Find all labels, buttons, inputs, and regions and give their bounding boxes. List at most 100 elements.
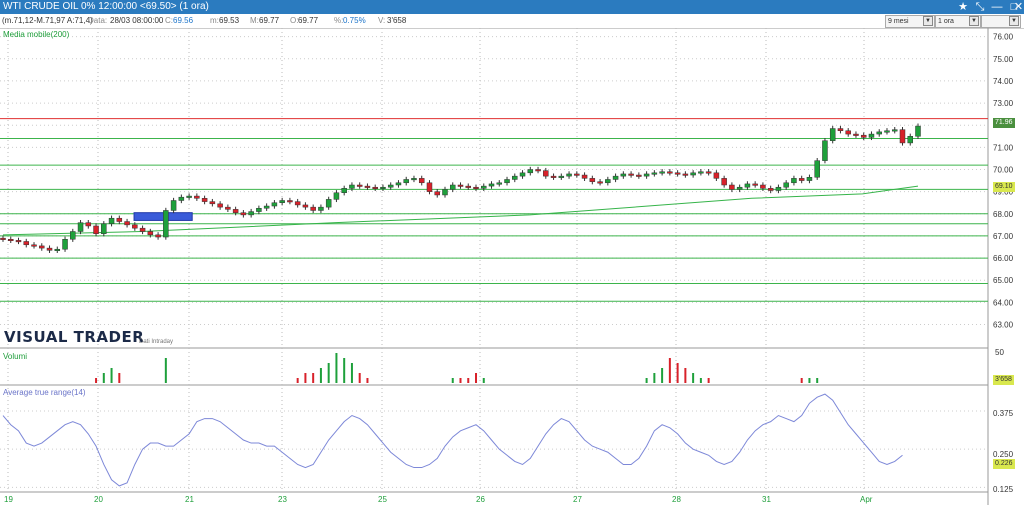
candle-body	[496, 182, 503, 185]
candle-body	[341, 188, 347, 193]
candle-body	[132, 224, 138, 229]
candle-body	[884, 130, 890, 133]
volume-bar	[327, 363, 330, 383]
candle-body	[31, 244, 37, 247]
volume-bar	[304, 373, 307, 383]
candle-body	[418, 178, 425, 184]
candle-body	[589, 178, 596, 182]
candle-body	[822, 140, 828, 161]
date-tick: Apr	[860, 495, 873, 504]
price-tick: 75.00	[993, 55, 1014, 64]
candle-body	[240, 212, 247, 216]
candle-body	[395, 182, 402, 186]
candle-body	[248, 211, 254, 216]
candle-body	[512, 175, 518, 180]
candle-body	[721, 178, 727, 186]
candle-body	[713, 172, 720, 179]
price-tick: 71.00	[993, 143, 1014, 152]
ma-indicator-label: Media mobile(200)	[3, 30, 70, 39]
candle-body	[488, 183, 495, 187]
volume-bar	[684, 368, 687, 383]
candle-body	[163, 210, 169, 238]
candle-body	[736, 186, 743, 190]
candle-body	[504, 179, 510, 184]
price-tick: 65.00	[993, 276, 1014, 285]
candle-body	[85, 222, 92, 227]
volume-bar	[366, 378, 369, 383]
candle-body	[643, 173, 650, 177]
volume-bar	[661, 368, 664, 383]
moving-average-line	[2, 185, 919, 236]
volume-bar	[467, 378, 470, 383]
candle-body	[860, 134, 867, 138]
price-tick: 68.00	[993, 210, 1014, 219]
candle-body	[124, 221, 130, 226]
brand-subtitle: Dati Intraday	[139, 339, 174, 345]
candle-body	[620, 173, 627, 177]
candle-body	[729, 184, 735, 190]
candle-body	[403, 179, 409, 184]
price-tick: 67.00	[993, 232, 1014, 241]
candle-body	[209, 201, 216, 205]
date-tick: 21	[185, 495, 194, 504]
volume-bar	[102, 373, 105, 383]
brand-logo: VISUAL TRADER	[4, 328, 145, 346]
price-tick: 74.00	[993, 77, 1014, 86]
candle-body	[690, 172, 696, 176]
candle-body	[574, 173, 580, 176]
volume-bar	[335, 353, 338, 383]
chart-canvas[interactable]: 76.0075.0074.0073.0072.0071.0070.0069.00…	[0, 0, 1024, 505]
candle-body	[481, 185, 487, 189]
candle-body	[93, 225, 99, 234]
candle-body	[698, 171, 704, 174]
volume-bar	[312, 373, 315, 383]
candle-body	[147, 231, 154, 236]
candle-body	[550, 175, 557, 178]
candle-body	[411, 178, 417, 181]
price-tick: 70.00	[993, 166, 1014, 175]
candle-body	[442, 189, 448, 196]
atr-tick-1: 0.250	[993, 450, 1014, 459]
candle-body	[178, 196, 185, 201]
volume-bar	[645, 378, 648, 383]
candle-body	[108, 217, 115, 224]
atr-value-tag: 0.226	[993, 459, 1015, 469]
ma-price-tag: 69.10	[993, 182, 1015, 192]
candle-body	[674, 172, 681, 175]
candle-body	[845, 130, 851, 135]
candle-body	[39, 245, 45, 249]
candle-body	[101, 223, 107, 234]
volume-bar	[668, 358, 671, 383]
volume-bar	[800, 378, 803, 383]
volume-bar	[343, 358, 346, 383]
candle-body	[294, 201, 301, 206]
candle-body	[54, 248, 61, 251]
price-tick: 63.00	[993, 321, 1014, 330]
candle-body	[170, 200, 177, 211]
date-tick: 19	[4, 495, 13, 504]
candle-body	[62, 239, 68, 250]
volume-bar	[350, 363, 353, 383]
volume-bar	[475, 373, 478, 383]
candle-body	[519, 172, 526, 177]
price-tick: 76.00	[993, 33, 1014, 42]
candle-body	[705, 171, 712, 174]
candle-body	[535, 169, 541, 172]
candle-body	[605, 179, 611, 184]
candle-body	[256, 208, 262, 212]
candle-body	[783, 182, 789, 188]
candle-body	[543, 170, 549, 177]
candle-body	[46, 247, 53, 251]
candle-body	[372, 186, 378, 189]
candle-body	[70, 231, 76, 240]
volume-bar	[707, 378, 710, 383]
volume-bar	[482, 378, 485, 383]
candle-body	[907, 136, 913, 144]
candle-body	[232, 209, 239, 213]
volume-bar	[653, 373, 656, 383]
candle-body	[310, 206, 316, 211]
candle-body	[434, 191, 440, 196]
candle-body	[891, 129, 898, 132]
candle-body	[23, 241, 30, 246]
volume-bar	[164, 358, 167, 383]
